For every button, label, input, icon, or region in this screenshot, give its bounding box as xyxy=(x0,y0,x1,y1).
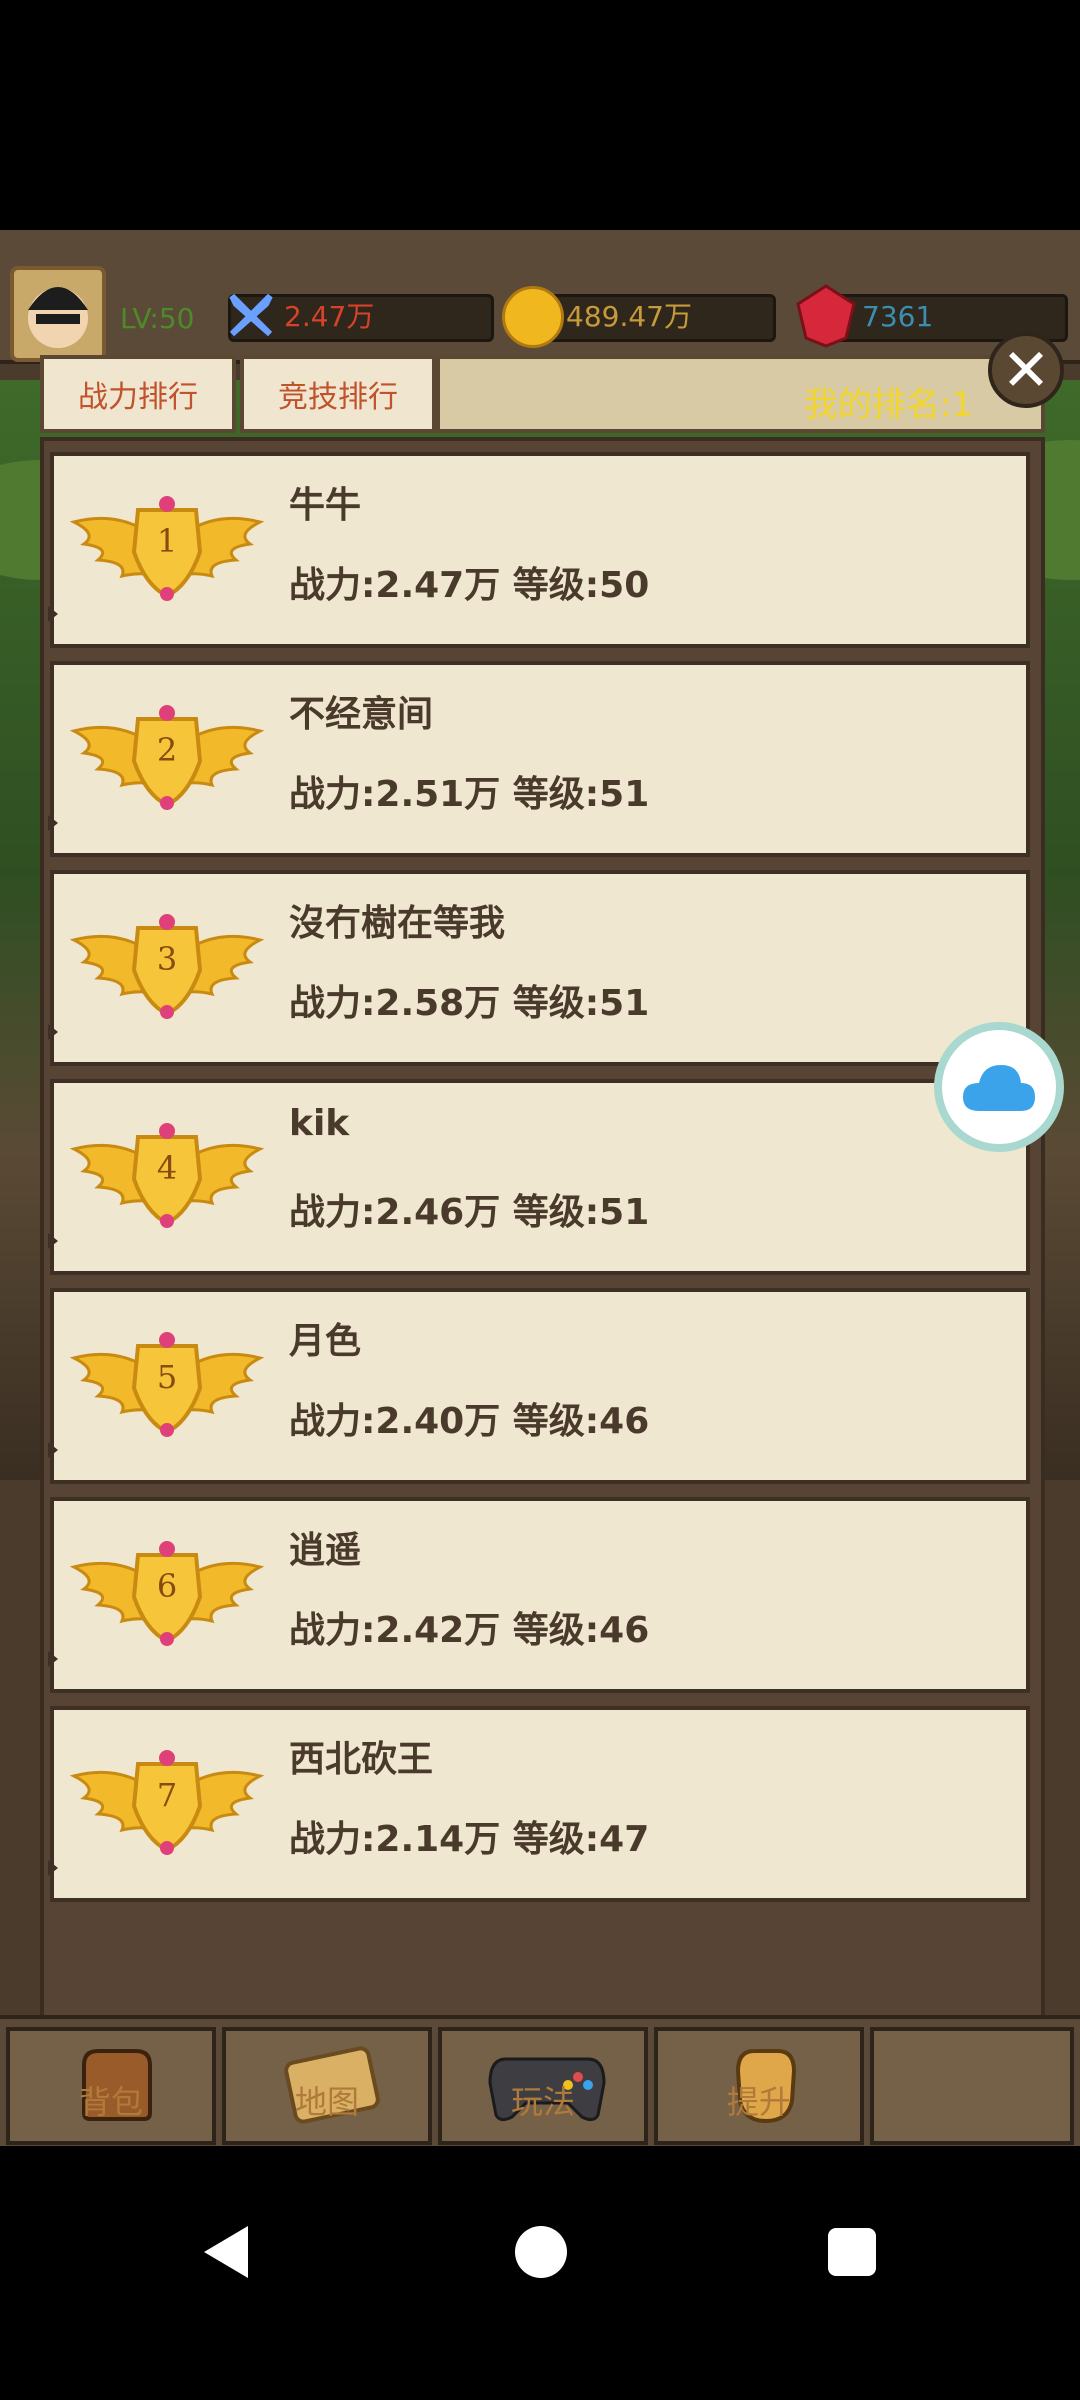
player-stats: 战力:2.42万 等级:46 xyxy=(289,1610,650,1651)
player-name: 沒冇樹在等我 xyxy=(289,903,506,944)
rank-number: 7 xyxy=(156,1776,178,1814)
recents-icon[interactable] xyxy=(828,2228,876,2276)
gold-value: 489.47万 xyxy=(566,300,692,333)
back-icon[interactable] xyxy=(200,2224,252,2280)
close-icon: ✕ xyxy=(1001,336,1051,404)
bottom-nav: 背包 地图 玩法 提升 xyxy=(0,2015,1080,2149)
my-rank-label: 我的排名:1 xyxy=(803,385,973,425)
rank-medal-icon: 7 xyxy=(68,1742,266,1862)
nav-play-button[interactable]: 玩法 xyxy=(438,2027,648,2145)
tab-arena-ranking[interactable]: 竞技排行 xyxy=(240,355,436,433)
player-stats: 战力:2.40万 等级:46 xyxy=(289,1401,650,1442)
player-stats: 战力:2.58万 等级:51 xyxy=(289,983,650,1024)
rank-number: 6 xyxy=(156,1567,178,1605)
cloud-icon xyxy=(963,1065,1035,1111)
nav-bag-label: 背包 xyxy=(78,2083,143,2121)
home-icon[interactable] xyxy=(515,2226,567,2278)
player-name: 逍遥 xyxy=(289,1530,362,1571)
player-stats: 战力:2.46万 等级:51 xyxy=(289,1192,650,1233)
player-stats: 战力:2.51万 等级:51 xyxy=(289,774,650,815)
player-name: kik xyxy=(289,1103,350,1144)
ranking-row[interactable]: 5 月色战力:2.40万 等级:46 xyxy=(48,1288,1030,1484)
rank-medal-icon: 2 xyxy=(68,697,266,817)
rank-medal-icon: 3 xyxy=(68,906,266,1026)
rank-medal-icon: 1 xyxy=(68,488,266,608)
gem-value: 7361 xyxy=(862,300,934,333)
power-value: 2.47万 xyxy=(284,300,375,333)
system-navigation-bar xyxy=(0,2146,1080,2400)
nav-map-label: 地图 xyxy=(294,2083,359,2121)
ranking-row[interactable]: 4 kik 战力:2.46万 等级:51 xyxy=(48,1079,1030,1275)
rank-medal-icon: 6 xyxy=(68,1533,266,1653)
status-bar: LV:50 2.47万 489.47万 7361 xyxy=(0,230,1080,364)
rank-medal-icon: 5 xyxy=(68,1324,266,1444)
close-button[interactable]: ✕ xyxy=(988,332,1064,408)
level-label: LV:50 xyxy=(120,302,195,335)
nav-map-button[interactable]: 地图 xyxy=(222,2027,432,2145)
ranking-row[interactable]: 6 逍遥战力:2.42万 等级:46 xyxy=(48,1497,1030,1693)
player-stats: 战力:2.14万 等级:47 xyxy=(289,1819,650,1860)
nav-play-label: 玩法 xyxy=(510,2083,575,2121)
cloud-float-button[interactable] xyxy=(934,1022,1064,1152)
player-name: 不经意间 xyxy=(289,694,434,735)
player-name: 月色 xyxy=(289,1321,362,1362)
tab-power-ranking[interactable]: 战力排行 xyxy=(40,355,236,433)
sword-icon xyxy=(226,290,276,344)
player-stats: 战力:2.47万 等级:50 xyxy=(289,565,650,606)
rank-number: 4 xyxy=(156,1149,178,1187)
rank-number: 1 xyxy=(156,522,178,560)
ranking-tab-bar: 战力排行 竞技排行 我的排名:1 xyxy=(40,355,1045,437)
nav-upgrade-label: 提升 xyxy=(726,2083,791,2121)
tab-bar-fill: 我的排名:1 xyxy=(436,355,1045,433)
ranking-row[interactable]: 7 西北砍王战力:2.14万 等级:47 xyxy=(48,1706,1030,1902)
ranking-row[interactable]: 1 牛牛战力:2.47万 等级:50 xyxy=(48,452,1030,648)
rank-number: 2 xyxy=(156,731,178,769)
rank-number: 3 xyxy=(156,940,178,978)
avatar-icon xyxy=(28,287,88,348)
gem-icon xyxy=(796,284,856,352)
player-name: 牛牛 xyxy=(289,485,362,526)
rank-medal-icon: 4 xyxy=(68,1115,266,1235)
rank-number: 5 xyxy=(156,1358,178,1396)
nav-bag-button[interactable]: 背包 xyxy=(6,2027,216,2145)
player-name: 西北砍王 xyxy=(289,1739,434,1780)
avatar[interactable] xyxy=(10,266,106,362)
coin-icon xyxy=(502,286,564,348)
ranking-row[interactable]: 2 不经意间战力:2.51万 等级:51 xyxy=(48,661,1030,857)
nav-empty-slot xyxy=(870,2027,1074,2145)
nav-upgrade-button[interactable]: 提升 xyxy=(654,2027,864,2145)
ranking-row[interactable]: 3 沒冇樹在等我战力:2.58万 等级:51 xyxy=(48,870,1030,1066)
